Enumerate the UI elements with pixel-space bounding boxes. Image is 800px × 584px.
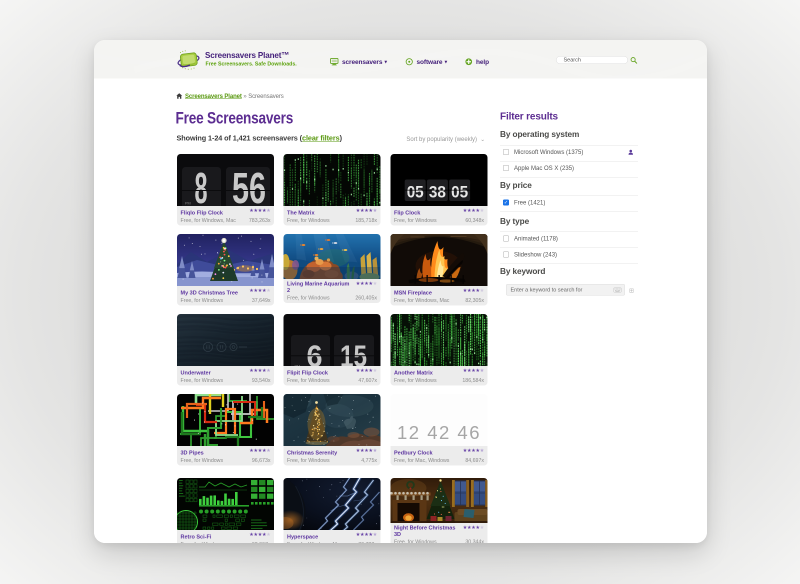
svg-text:05: 05 bbox=[451, 183, 468, 202]
svg-text:05: 05 bbox=[407, 183, 424, 202]
svg-text:6: 6 bbox=[307, 339, 323, 367]
svg-text:15: 15 bbox=[340, 339, 367, 367]
svg-text:38: 38 bbox=[429, 183, 446, 202]
svg-text:12 42 46: 12 42 46 bbox=[397, 422, 481, 443]
svg-text:8: 8 bbox=[195, 164, 208, 206]
svg-text:PM: PM bbox=[185, 202, 191, 206]
svg-text:56: 56 bbox=[232, 164, 266, 206]
